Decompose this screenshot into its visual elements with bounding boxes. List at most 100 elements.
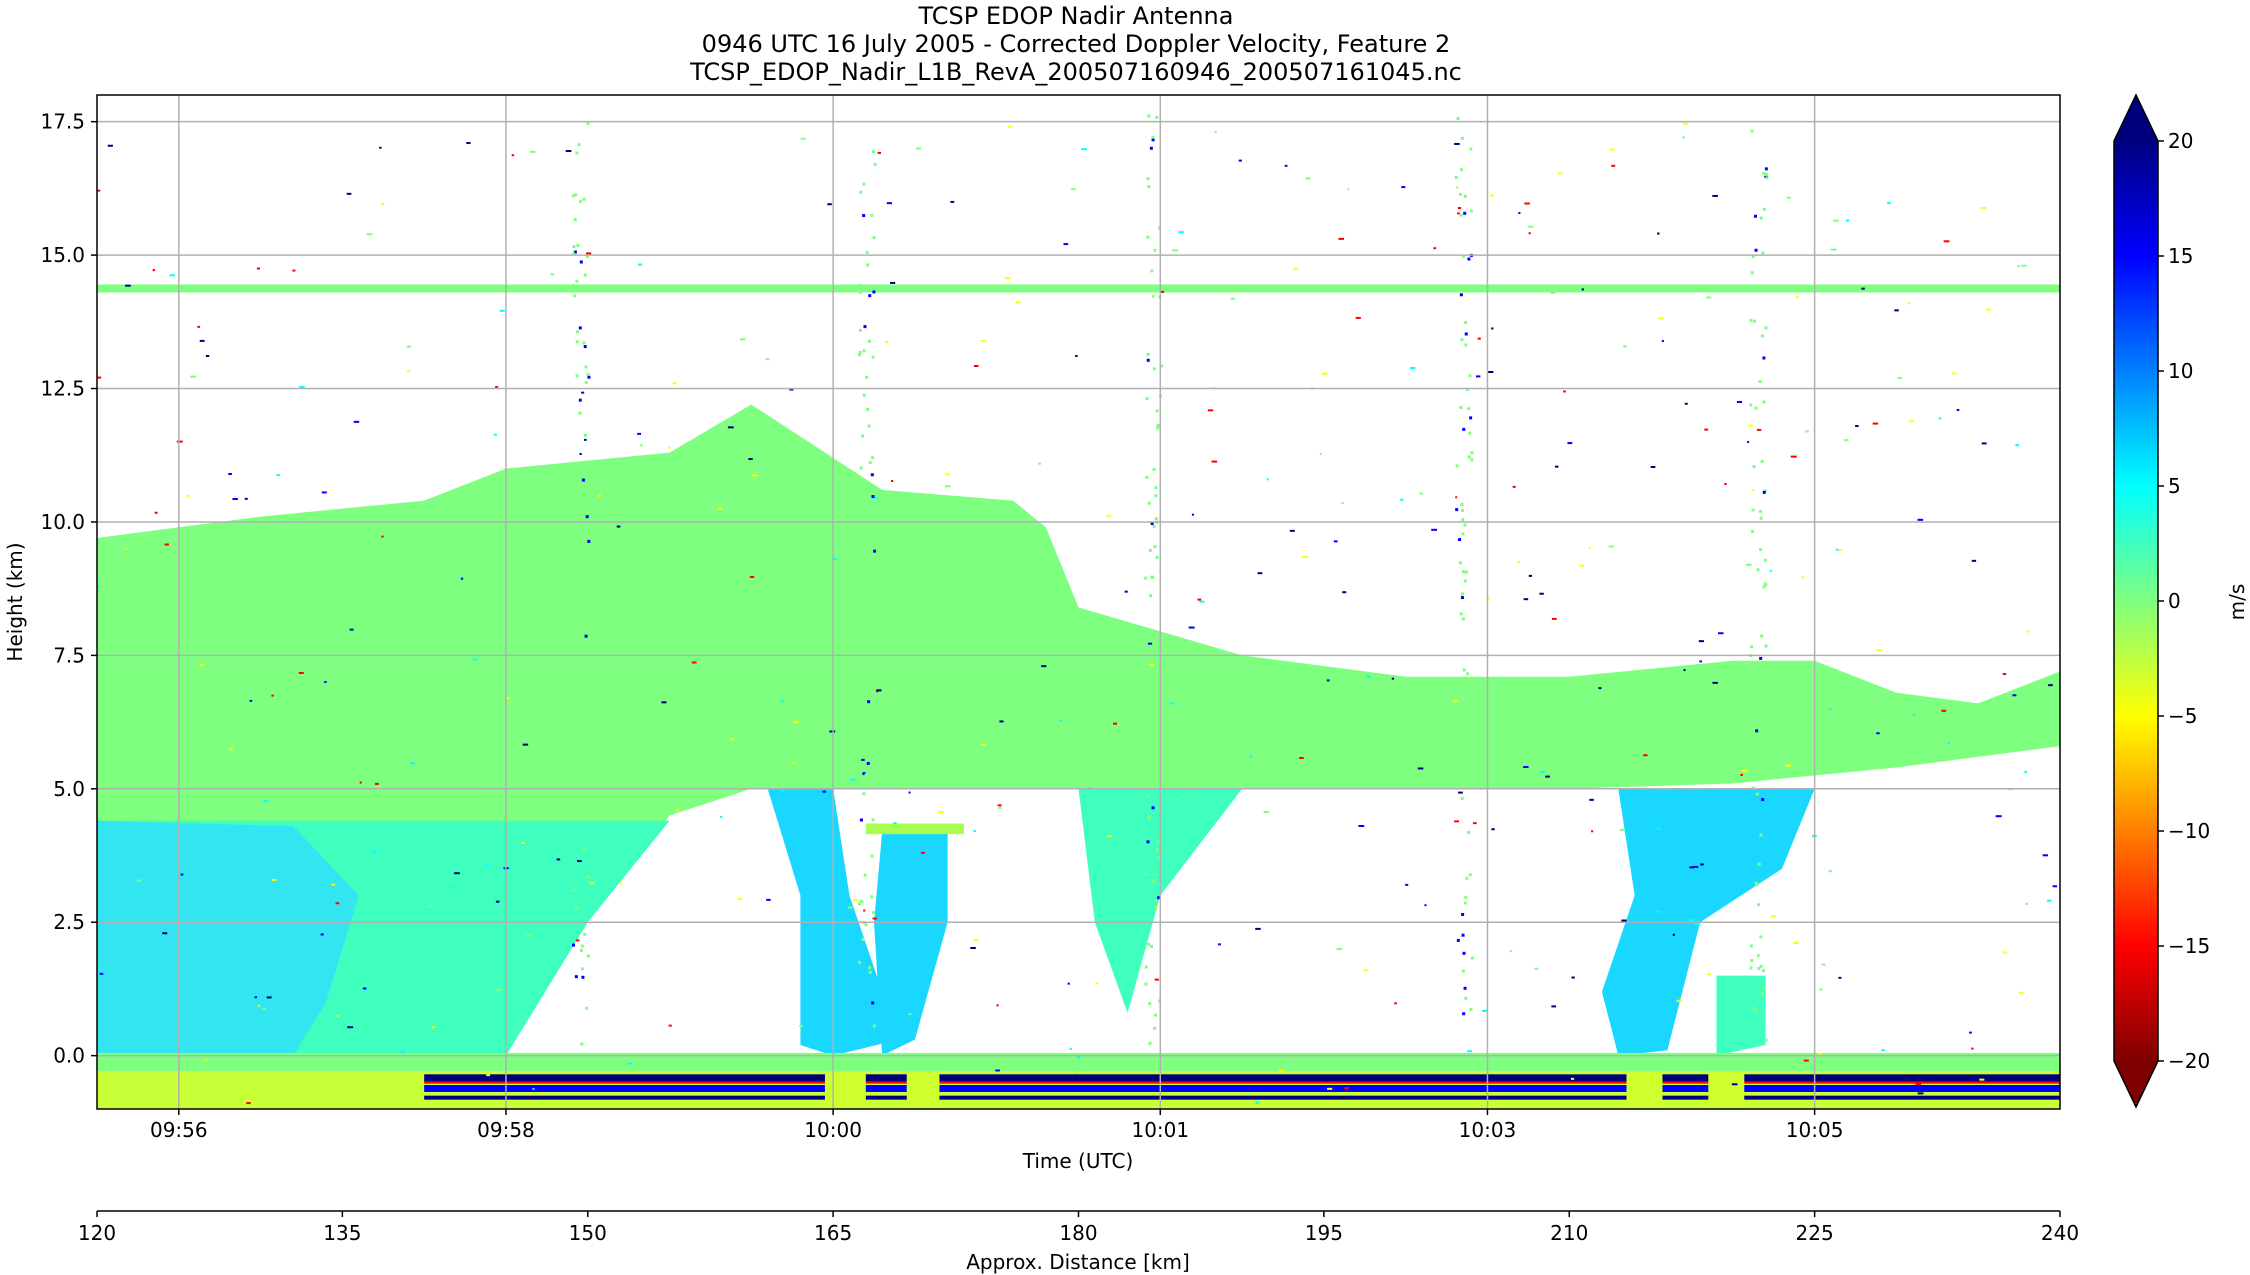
noise-column-speck [576,330,580,334]
noise-column-speck [1470,451,1474,455]
noise-speck [1828,870,1833,873]
noise-column-speck [1144,965,1148,969]
noise-speck [199,339,205,342]
noise-speck [1969,1031,1972,1034]
noise-column-speck [582,197,586,201]
noise-speck [1319,452,1322,455]
noise-column-speck [862,182,866,186]
noise-column-speck [1467,407,1471,411]
noise-column-speck [578,666,582,670]
noise-column-speck [1464,321,1468,325]
noise-speck [1004,277,1011,280]
noise-column-speck [1146,721,1150,725]
noise-speck [190,375,197,378]
noise-column-speck [1144,747,1148,751]
noise-speck [1454,820,1459,823]
noise-speck [232,497,238,500]
noise-speck [1394,1002,1397,1005]
noise-speck [1558,172,1563,175]
noise-speck [945,473,950,476]
noise-speck [359,781,362,784]
noise-column-speck [572,888,576,892]
noise-column-speck [1144,873,1148,877]
colorbar-tick-label: −10 [2168,819,2210,843]
noise-speck [1076,1056,1081,1059]
noise-speck [1528,574,1533,577]
noise-speck [1475,375,1481,378]
noise-column-speck [577,671,581,675]
distance-axis-label: Approx. Distance [km] [966,1250,1190,1274]
noise-column-speck [1468,431,1472,435]
noise-speck [1491,828,1495,831]
distance-tick-label: 240 [2041,1221,2079,1245]
noise-column-speck [1753,214,1757,218]
noise-speck [1550,291,1556,294]
noise-speck [244,497,248,500]
noise-speck [511,154,515,157]
noise-column-speck [868,966,872,970]
noise-column-speck [864,709,868,713]
noise-speck [228,472,232,475]
noise-speck [584,438,587,441]
noise-column-speck [1456,938,1460,942]
noise-column-speck [584,433,588,437]
noise-column-speck [578,199,582,203]
noise-column-speck [1759,516,1763,520]
noise-column-speck [1757,862,1761,866]
noise-speck [737,897,742,900]
noise-speck [1887,202,1891,205]
noise-speck [1191,513,1194,516]
noise-column-speck [1156,840,1160,844]
noise-column-speck [859,283,863,287]
noise-column-speck [872,691,876,695]
noise-column-speck [1751,508,1755,512]
noise-speck [890,281,896,284]
noise-column-speck [1749,966,1753,970]
noise-speck [829,730,836,733]
noise-speck [1718,632,1724,635]
noise-column-speck [1459,293,1463,297]
noise-speck [668,1024,672,1027]
noise-column-speck [866,652,870,656]
noise-column-speck [866,407,870,411]
noise-column-speck [1153,873,1157,877]
noise-speck [1563,390,1566,393]
noise-column-speck [1146,840,1150,844]
noise-speck [1881,1049,1885,1052]
noise-speck [154,511,158,514]
noise-speck [1075,355,1078,358]
colorbar-tick-label: 15 [2168,244,2193,268]
noise-speck [675,809,680,812]
noise-speck [493,433,497,436]
noise-speck [496,989,503,992]
noise-speck [1457,207,1462,210]
noise-speck [1657,232,1660,235]
noise-column-speck [1459,213,1463,217]
distance-tick-label: 225 [1796,1221,1834,1245]
noise-speck [1986,308,1991,311]
noise-column-speck [1151,135,1155,139]
noise-speck [1938,417,1942,420]
noise-column-speck [581,478,585,482]
noise-speck [1554,465,1559,468]
noise-speck [1609,148,1615,151]
noise-speck [1211,460,1218,463]
noise-speck [908,791,911,794]
noise-column-speck [866,761,870,765]
noise-column-speck [1156,423,1160,427]
noise-column-speck [1752,319,1756,323]
noise-speck [995,1069,1000,1072]
noise-speck [1255,927,1261,930]
noise-speck [780,790,784,793]
noise-column-speck [587,375,591,379]
noise-speck [271,878,277,881]
noise-speck [2018,991,2024,994]
noise-column-speck [582,484,586,488]
noise-speck [973,830,976,833]
noise-speck [1855,425,1859,428]
colorbar-extend-min [2114,1061,2158,1107]
x-tick-label: 09:58 [477,1118,535,1142]
noise-speck [1861,287,1865,290]
noise-speck [556,858,561,861]
noise-speck [1795,296,1799,299]
